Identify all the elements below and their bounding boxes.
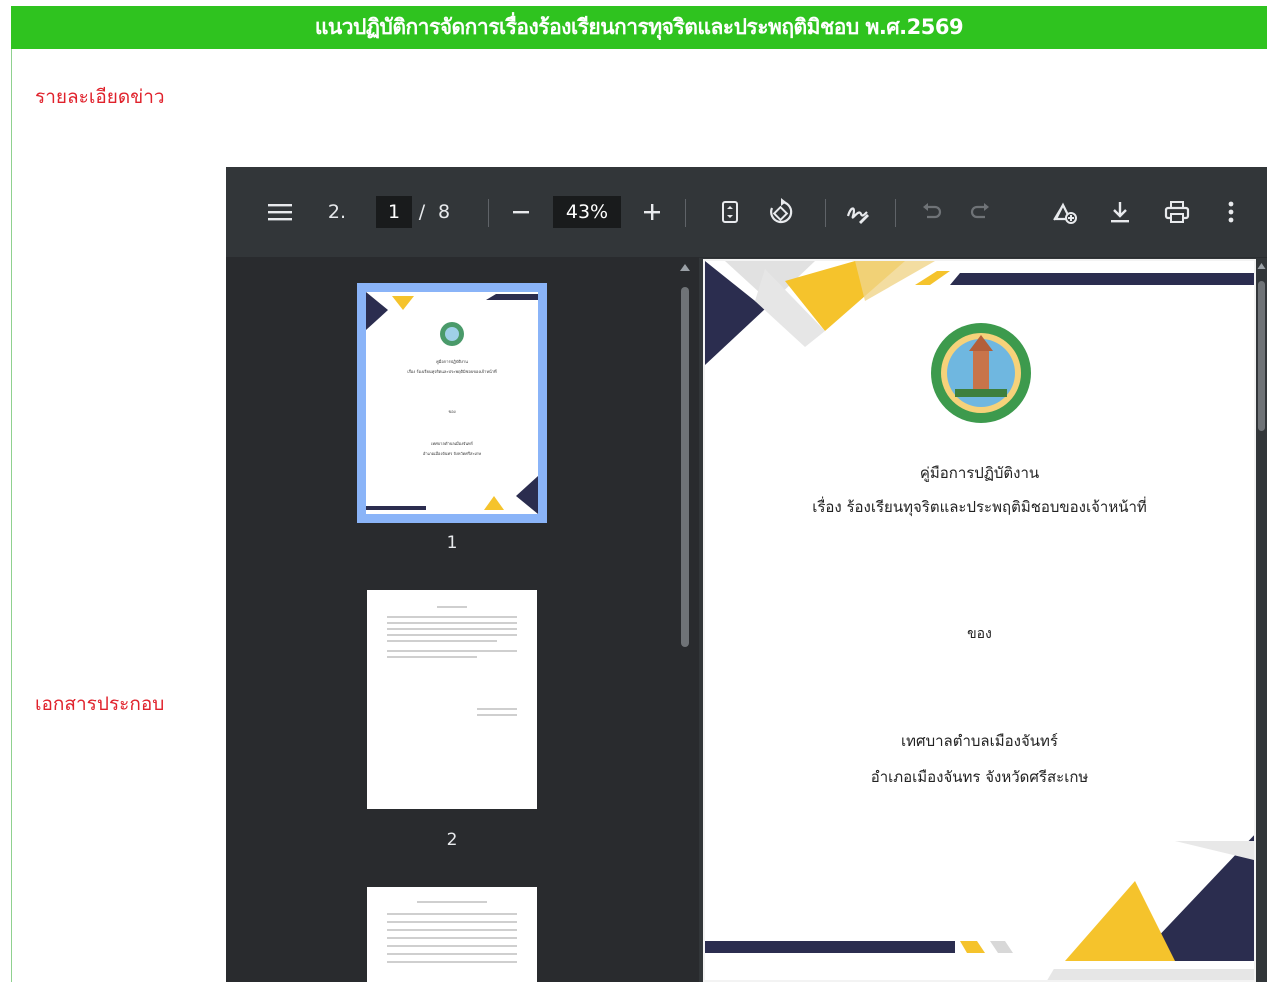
pdf-toolbar: 2. 1 / 8 43%	[226, 167, 1267, 258]
draw-icon[interactable]	[841, 196, 875, 228]
page-org: เทศบาลตำบลเมืองจันทร์	[901, 732, 1058, 750]
thumbnail-number: 2	[446, 830, 458, 850]
thumb1-subject: เรื่อง ร้องเรียนทุจริตและประพฤติมิชอบของ…	[407, 369, 497, 374]
pdf-viewer: 2. 1 / 8 43% คู่มือการปฏิบัติงาน เรื่อง …	[226, 167, 1267, 982]
thumb1-of: ของ	[448, 409, 456, 414]
thumbnail-number: 1	[446, 533, 458, 553]
toolbar-divider	[685, 199, 686, 227]
print-icon[interactable]	[1161, 196, 1193, 228]
rotate-icon[interactable]	[764, 196, 798, 228]
fit-page-icon[interactable]	[715, 196, 745, 228]
sidebar-scrollbar[interactable]	[678, 264, 692, 982]
thumbnail-page-2[interactable]	[367, 590, 537, 809]
page-of: ของ	[967, 626, 992, 642]
thumb1-district: อำเภอเมืองจันทร จังหวัดศรีสะเกษ	[422, 451, 482, 456]
main-scrollbar[interactable]	[1256, 263, 1267, 982]
zoom-in-button[interactable]	[637, 196, 667, 228]
pdf-page: คู่มือการปฏิบัติงาน เรื่อง ร้องเรียนทุจร…	[703, 259, 1256, 982]
page-number-input[interactable]: 1	[376, 196, 412, 228]
sidebar-scrollbar-thumb[interactable]	[681, 287, 689, 647]
total-pages: 8	[437, 201, 451, 223]
municipality-seal-icon	[931, 323, 1031, 423]
document-title: 2.	[327, 201, 347, 223]
zoom-level-input[interactable]: 43%	[553, 196, 621, 228]
news-detail-label: รายละเอียดข่าว	[35, 86, 165, 108]
page-subject: เรื่อง ร้องเรียนทุจริตและประพฤติมิชอบของ…	[812, 498, 1147, 516]
zoom-out-button[interactable]	[506, 196, 536, 228]
more-options-icon[interactable]	[1221, 196, 1241, 228]
thumbnail-page-3[interactable]	[367, 887, 537, 982]
page-separator: /	[418, 201, 426, 223]
page-banner-title: แนวปฏิบัติการจัดการเรื่องร้องเรียนการทุจ…	[11, 6, 1267, 49]
save-to-drive-icon[interactable]	[1047, 196, 1081, 228]
undo-icon[interactable]	[916, 196, 946, 228]
toolbar-divider	[825, 199, 826, 227]
toolbar-divider	[895, 199, 896, 227]
page-heading: คู่มือการปฏิบัติงาน	[919, 464, 1040, 482]
attachments-label: เอกสารประกอบ	[35, 693, 165, 715]
main-scrollbar-thumb[interactable]	[1258, 281, 1265, 431]
download-icon[interactable]	[1105, 196, 1135, 228]
page-district: อำเภอเมืองจันทร จังหวัดศรีสะเกษ	[870, 768, 1089, 786]
thumb1-heading: คู่มือการปฏิบัติงาน	[436, 359, 468, 364]
redo-icon[interactable]	[966, 196, 996, 228]
thumb1-org: เทศบาลตำบลเมืองจันทร์	[431, 441, 473, 446]
thumbnail-sidebar: คู่มือการปฏิบัติงาน เรื่อง ร้องเรียนทุจร…	[226, 257, 699, 982]
menu-icon[interactable]	[264, 196, 296, 228]
toolbar-divider	[488, 199, 489, 227]
thumbnail-page-1[interactable]: คู่มือการปฏิบัติงาน เรื่อง ร้องเรียนทุจร…	[366, 292, 538, 514]
